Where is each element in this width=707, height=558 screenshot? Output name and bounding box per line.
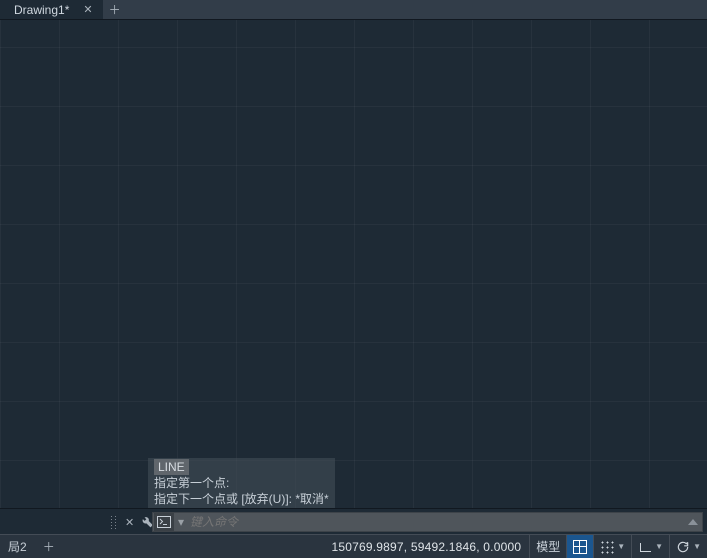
- command-input-container: ▾: [152, 512, 703, 532]
- new-tab-button[interactable]: ＋: [104, 0, 126, 19]
- chevron-down-icon[interactable]: ▼: [617, 542, 625, 551]
- command-history-line: 指定下一个点或 [放弃(U)]: *取消*: [150, 491, 333, 507]
- snap-toggle[interactable]: ▼: [593, 535, 631, 558]
- chevron-down-icon[interactable]: ▼: [655, 542, 663, 551]
- add-layout-button[interactable]: ＋: [39, 538, 59, 555]
- command-history-line: 指定第一个点:: [150, 475, 333, 491]
- grid-toggle[interactable]: [566, 535, 593, 558]
- command-history: LINE 指定第一个点: 指定下一个点或 [放弃(U)]: *取消*: [148, 458, 335, 508]
- chevron-up-icon[interactable]: [686, 515, 700, 529]
- command-input[interactable]: [184, 515, 702, 529]
- grid-icon: [573, 540, 587, 554]
- close-icon[interactable]: ✕: [125, 516, 134, 529]
- chevron-down-icon[interactable]: ▾: [174, 515, 184, 529]
- command-line-bar: ✕ ▾: [0, 508, 707, 534]
- drawing-canvas[interactable]: LINE 指定第一个点: 指定下一个点或 [放弃(U)]: *取消*: [0, 20, 707, 508]
- refresh-button[interactable]: ▼: [669, 535, 707, 558]
- canvas-grid: [0, 20, 707, 508]
- snap-icon: [600, 540, 614, 554]
- grip-handle[interactable]: [110, 515, 117, 529]
- status-toggles: 模型 ▼ ▼ ▼: [529, 535, 707, 558]
- close-icon[interactable]: ✕: [83, 3, 92, 16]
- refresh-icon: [676, 540, 690, 554]
- layout-tab[interactable]: 局2: [4, 538, 31, 555]
- ortho-icon: [638, 540, 652, 554]
- coordinates-readout: 150769.9897, 59492.1846, 0.0000: [324, 540, 530, 554]
- command-prompt-icon: [154, 513, 174, 531]
- tab-title: Drawing1*: [14, 3, 69, 17]
- command-name: LINE: [154, 459, 189, 475]
- model-space-button[interactable]: 模型: [529, 535, 566, 558]
- tab-drawing1[interactable]: Drawing1* ✕: [0, 0, 104, 19]
- model-space-label: 模型: [536, 538, 560, 555]
- chevron-down-icon[interactable]: ▼: [693, 542, 701, 551]
- document-tabbar: Drawing1* ✕ ＋: [0, 0, 707, 20]
- status-bar: 局2 ＋ 150769.9897, 59492.1846, 0.0000 模型 …: [0, 534, 707, 558]
- ortho-toggle[interactable]: ▼: [631, 535, 669, 558]
